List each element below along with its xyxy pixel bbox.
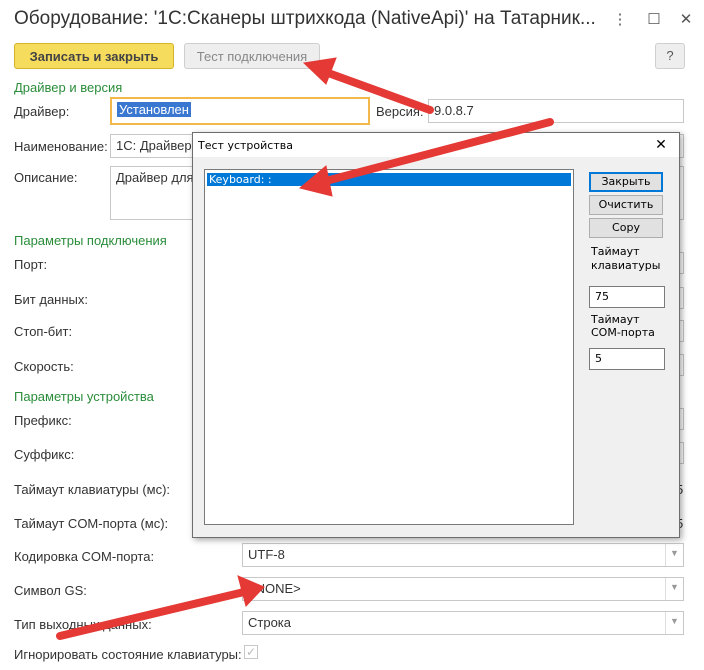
copy-button[interactable]: Copy [589, 218, 663, 238]
dialog-close-icon[interactable]: ✕ [649, 135, 673, 155]
version-label: Версия: [376, 104, 424, 119]
more-vertical-icon[interactable]: ⋮ [608, 10, 632, 30]
output-type-select[interactable]: Строка ▼ [242, 611, 684, 635]
com-timeout-input[interactable]: 5 [589, 348, 665, 370]
speed-label: Скорость: [14, 359, 74, 374]
prefix-label: Префикс: [14, 413, 72, 428]
version-field[interactable]: 9.0.8.7 [428, 99, 684, 123]
com-encoding-value: UTF-8 [248, 547, 285, 562]
kbd-timeout-input[interactable]: 75 [589, 286, 665, 308]
window-title: Оборудование: '1С:Сканеры штрихкода (Nat… [14, 8, 596, 29]
ignore-keyboard-label: Игнорировать состояние клавиатуры: [14, 647, 242, 662]
kbd-timeout-dialog-label-1: Таймаут [591, 245, 640, 258]
data-bits-label: Бит данных: [14, 292, 88, 307]
description-label: Описание: [14, 170, 78, 185]
help-button[interactable]: ? [655, 43, 685, 69]
com-timeout-dialog-label-2: COM-порта [591, 326, 655, 339]
stop-bits-label: Стоп-бит: [14, 324, 73, 339]
com-timeout-label: Таймаут COM-порта (мс): [14, 516, 169, 531]
dialog-title-bar: Тест устройства ✕ [193, 133, 679, 157]
gs-symbol-select[interactable]: <NONE> ▼ [242, 577, 684, 601]
section-connection-title: Параметры подключения [14, 233, 167, 248]
dropdown-arrow-icon[interactable]: ▼ [665, 544, 683, 566]
driver-value: Установлен [117, 102, 191, 117]
gs-symbol-label: Символ GS: [14, 583, 87, 598]
com-encoding-select[interactable]: UTF-8 ▼ [242, 543, 684, 567]
com-encoding-label: Кодировка COM-порта: [14, 549, 155, 564]
maximize-icon[interactable]: ☐ [642, 10, 666, 30]
test-connection-button[interactable]: Тест подключения [184, 43, 320, 69]
output-listbox[interactable]: Keyboard: : [204, 169, 574, 525]
device-test-dialog: Тест устройства ✕ Keyboard: : Закрыть Оч… [192, 132, 680, 538]
gs-symbol-value: <NONE> [248, 581, 301, 596]
close-icon[interactable]: ✕ [674, 10, 698, 30]
dropdown-arrow-icon[interactable]: ▼ [665, 578, 683, 600]
section-device-title: Параметры устройства [14, 389, 154, 404]
list-item[interactable]: Keyboard: : [207, 173, 571, 186]
save-and-close-button[interactable]: Записать и закрыть [14, 43, 174, 69]
kbd-timeout-label: Таймаут клавиатуры (мс): [14, 482, 171, 497]
driver-label: Драйвер: [14, 104, 70, 119]
ignore-keyboard-checkbox[interactable]: ✓ [244, 645, 258, 659]
dialog-title: Тест устройства [198, 139, 293, 152]
output-type-label: Тип выходных данных: [14, 617, 152, 632]
kbd-timeout-dialog-label-2: клавиатуры [591, 259, 661, 272]
port-label: Порт: [14, 257, 48, 272]
dialog-close-button[interactable]: Закрыть [589, 172, 663, 192]
output-type-value: Строка [248, 615, 292, 630]
clear-button[interactable]: Очистить [589, 195, 663, 215]
dropdown-arrow-icon[interactable]: ▼ [665, 612, 683, 634]
com-timeout-dialog-label-1: Таймаут [591, 313, 640, 326]
title-bar: Оборудование: '1С:Сканеры штрихкода (Nat… [0, 0, 704, 40]
name-label: Наименование: [14, 139, 108, 154]
driver-field[interactable]: Установлен [110, 97, 370, 125]
suffix-label: Суффикс: [14, 447, 75, 462]
section-driver-title: Драйвер и версия [14, 80, 123, 95]
